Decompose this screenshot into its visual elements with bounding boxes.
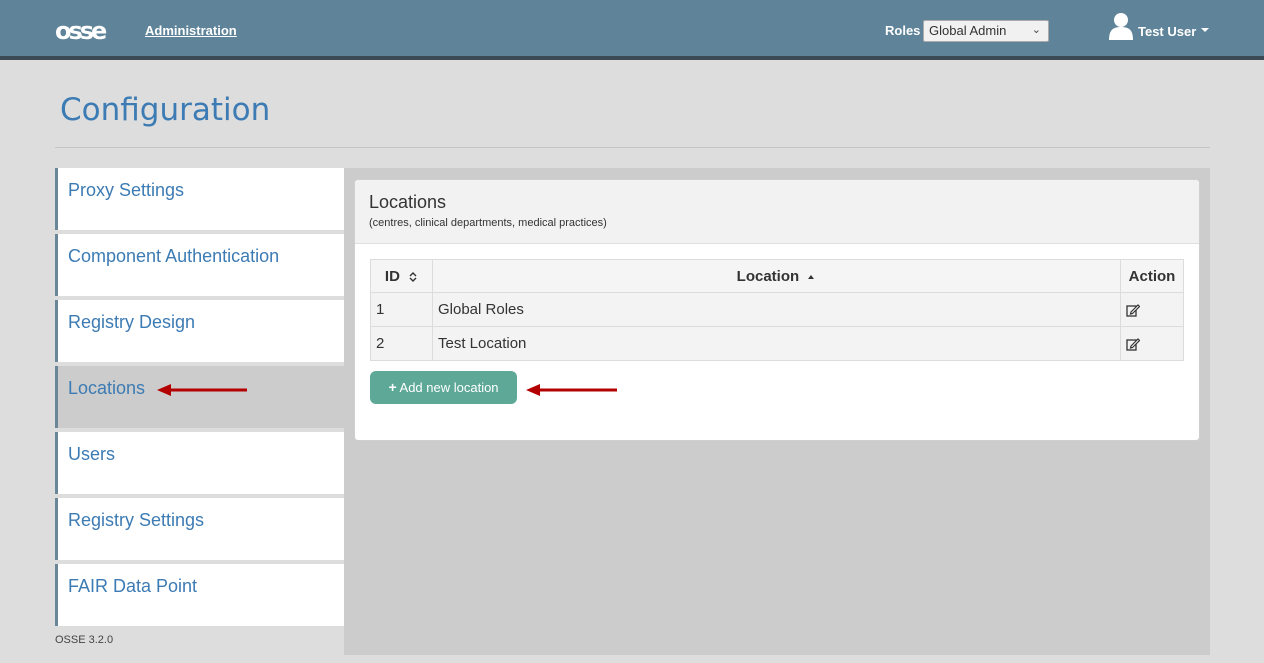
locations-table: ID Location Action 1 Global Roles 2 Test… xyxy=(370,259,1184,361)
sidebar-item-label: Registry Design xyxy=(68,312,196,332)
panel-subtitle: (centres, clinical departments, medical … xyxy=(369,217,607,229)
column-header-label: ID xyxy=(384,267,400,285)
sidebar-item-component-authentication[interactable]: Component Authentication xyxy=(55,234,344,296)
sidebar-item-label: Proxy Settings xyxy=(68,180,185,200)
cell-location: Test Location xyxy=(432,326,1121,361)
add-location-label: Add new location xyxy=(399,380,499,395)
table-header-row: ID Location Action xyxy=(370,259,1184,293)
roles-label: Roles xyxy=(885,23,921,38)
nav-administration-link[interactable]: Administration xyxy=(145,23,237,38)
panel-title: Locations xyxy=(369,192,447,212)
sort-icon xyxy=(409,271,417,282)
version-label: OSSE 3.2.0 xyxy=(55,634,114,646)
column-header-action: Action xyxy=(1120,259,1184,293)
cell-id: 1 xyxy=(370,292,433,327)
add-location-button[interactable]: + Add new location xyxy=(370,371,517,404)
title-divider xyxy=(55,147,1210,148)
table-row: 1 Global Roles xyxy=(370,292,1184,327)
top-navbar: osse Administration Roles Global Admin ⌄… xyxy=(0,0,1264,60)
cell-action xyxy=(1120,326,1184,361)
edit-icon[interactable] xyxy=(1126,337,1140,351)
cell-action xyxy=(1120,292,1184,327)
sidebar-item-locations[interactable]: Locations xyxy=(55,366,344,428)
column-header-location[interactable]: Location xyxy=(432,259,1121,293)
sidebar-item-label: FAIR Data Point xyxy=(68,576,198,596)
table-row: 2 Test Location xyxy=(370,326,1184,361)
plus-icon: + xyxy=(388,379,397,395)
sidebar-item-registry-settings[interactable]: Registry Settings xyxy=(55,498,344,560)
panel-header: Locations (centres, clinical departments… xyxy=(355,180,1199,244)
cell-id: 2 xyxy=(370,326,433,361)
column-header-label: Location xyxy=(736,267,800,285)
chevron-down-icon: ⌄ xyxy=(1031,24,1041,36)
osse-logo[interactable]: osse xyxy=(55,17,107,45)
edit-icon[interactable] xyxy=(1126,303,1140,317)
roles-select[interactable]: Global Admin ⌄ xyxy=(923,20,1049,42)
sidebar-item-users[interactable]: Users xyxy=(55,432,344,494)
user-icon[interactable] xyxy=(1109,12,1133,40)
sidebar-item-label: Locations xyxy=(68,378,146,398)
user-menu-name[interactable]: Test User xyxy=(1138,24,1196,39)
sidebar-item-fair-data-point[interactable]: FAIR Data Point xyxy=(55,564,344,626)
cell-location: Global Roles xyxy=(432,292,1121,327)
annotation-arrow-left-icon xyxy=(157,384,247,396)
caret-down-icon[interactable] xyxy=(1201,28,1209,32)
roles-select-value: Global Admin xyxy=(929,23,1007,38)
page-title: Configuration xyxy=(60,92,271,128)
sidebar-item-label: Component Authentication xyxy=(68,246,280,266)
column-header-id[interactable]: ID xyxy=(370,259,433,293)
sort-asc-icon xyxy=(808,274,815,279)
sidebar-item-proxy-settings[interactable]: Proxy Settings xyxy=(55,168,344,230)
sidebar-item-label: Users xyxy=(68,444,116,464)
sidebar-item-registry-design[interactable]: Registry Design xyxy=(55,300,344,362)
annotation-arrow-left-icon xyxy=(526,384,617,396)
sidebar-item-label: Registry Settings xyxy=(68,510,205,530)
